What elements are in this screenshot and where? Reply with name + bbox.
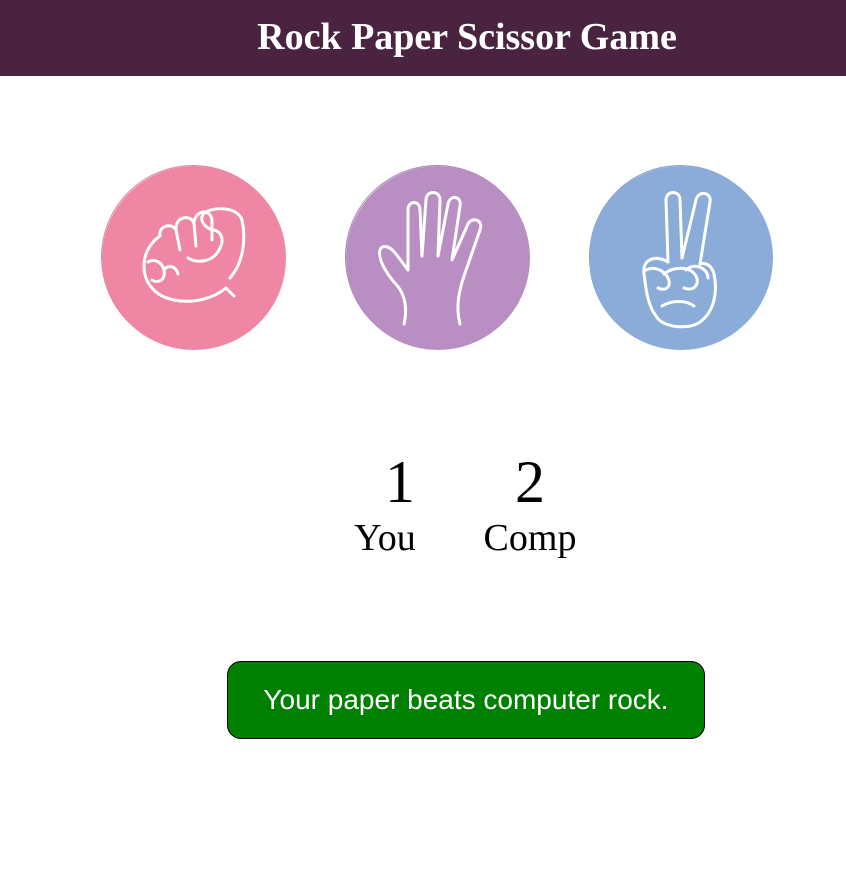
result-message: Your paper beats computer rock. — [227, 661, 705, 739]
header-bar: Rock Paper Scissor Game — [0, 0, 846, 76]
page-title: Rock Paper Scissor Game — [257, 16, 677, 58]
fist-icon — [102, 166, 286, 350]
rock-choice-button[interactable] — [101, 165, 286, 350]
computer-score: 2 — [515, 449, 545, 515]
user-score-label: You — [354, 517, 416, 559]
scissors-choice-button[interactable] — [589, 165, 773, 350]
open-hand-icon — [346, 166, 530, 350]
user-score: 1 — [385, 449, 415, 515]
peace-hand-icon — [590, 166, 773, 350]
computer-score-label: Comp — [483, 517, 577, 559]
paper-choice-button[interactable] — [345, 165, 530, 350]
